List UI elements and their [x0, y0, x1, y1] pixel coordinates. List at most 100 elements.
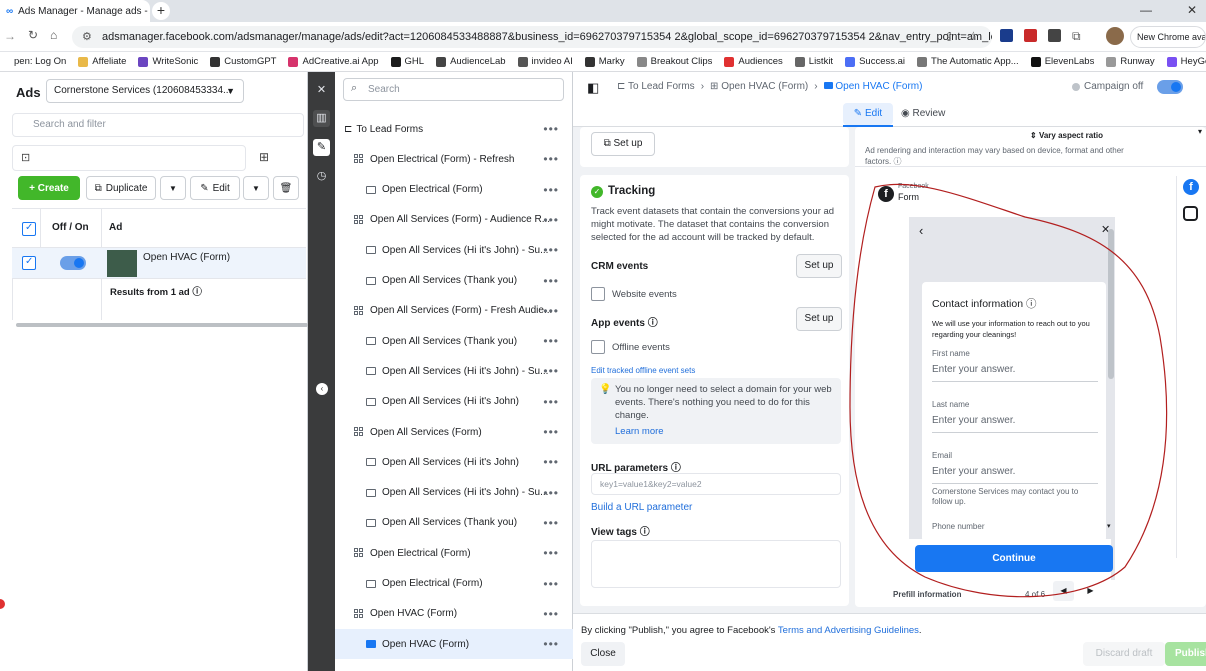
tree-item[interactable]: Open Electrical (Form) •••: [335, 538, 573, 568]
tree-item[interactable]: Open Electrical (Form) •••: [335, 569, 573, 599]
more-options-icon[interactable]: •••: [543, 486, 559, 500]
bookmark-item[interactable]: Audiences: [724, 56, 783, 67]
extensions-puzzle-icon[interactable]: ⧉: [1072, 29, 1081, 44]
duplicate-dropdown[interactable]: ▼: [160, 176, 186, 200]
folder-tab[interactable]: ⊡: [12, 145, 246, 171]
app-setup-button[interactable]: Set up: [796, 307, 842, 331]
browser-tab[interactable]: ∞ Ads Manager - Manage ads - A ✕: [0, 0, 150, 22]
bookmark-item[interactable]: WriteSonic: [138, 56, 198, 67]
tree-item[interactable]: Open All Services (Hi it's John) - Su...…: [335, 235, 573, 265]
tree-item[interactable]: Open Electrical (Form) - Refresh •••: [335, 144, 573, 174]
account-selector[interactable]: Cornerstone Services (120608453334... ▼: [46, 79, 244, 103]
more-options-icon[interactable]: •••: [543, 183, 559, 197]
campaign-toggle[interactable]: [1157, 80, 1183, 94]
bookmark-item[interactable]: Listkit: [794, 56, 833, 67]
bookmark-item[interactable]: invideo AI: [517, 56, 573, 67]
extension-icon-3[interactable]: [1048, 29, 1061, 42]
site-info-icon[interactable]: ⚙: [82, 26, 92, 48]
reload-icon[interactable]: ↻: [28, 28, 38, 42]
url-params-input[interactable]: key1=value1&key2=value2: [591, 473, 841, 495]
tree-item[interactable]: Open HVAC (Form) •••: [335, 599, 573, 629]
close-button[interactable]: Close: [581, 642, 625, 666]
more-options-icon[interactable]: •••: [543, 274, 559, 288]
terms-link[interactable]: Terms and Advertising Guidelines: [778, 625, 919, 636]
tree-item[interactable]: Open All Services (Hi it's John) •••: [335, 447, 573, 477]
grid-view-icon[interactable]: ⊞: [259, 150, 269, 164]
bookmark-item[interactable]: CustomGPT: [210, 56, 276, 67]
bookmark-item[interactable]: GHL: [390, 56, 424, 67]
profile-avatar[interactable]: [1106, 27, 1124, 45]
share-icon[interactable]: ⇪: [944, 30, 954, 44]
close-editor-icon[interactable]: ✕: [313, 82, 330, 99]
more-options-icon[interactable]: •••: [543, 364, 559, 378]
edit-button[interactable]: ✎ Edit: [190, 176, 240, 200]
setup-button-top[interactable]: ⧉ Set up: [591, 132, 655, 156]
chrome-update-button[interactable]: New Chrome availab: [1130, 26, 1206, 48]
info-icon[interactable]: ⓘ: [640, 527, 650, 538]
breadcrumb-adset[interactable]: ⊞ Open HVAC (Form): [710, 81, 808, 92]
tree-search-input[interactable]: Search: [343, 78, 564, 101]
tree-item[interactable]: Open All Services (Form) - Audience R...…: [335, 205, 573, 235]
caret-down-icon[interactable]: ▾: [1198, 127, 1202, 136]
tree-item[interactable]: ⊏ To Lead Forms •••: [335, 114, 573, 144]
bookmark-item[interactable]: Affeliate: [78, 56, 126, 67]
bookmark-item[interactable]: AdCreative.ai App: [288, 56, 379, 67]
vary-aspect-ratio[interactable]: ⇕ Vary aspect ratio: [1030, 131, 1103, 140]
horizontal-scrollbar[interactable]: [16, 323, 308, 327]
more-options-icon[interactable]: •••: [543, 152, 559, 166]
history-icon[interactable]: ◷: [313, 168, 330, 185]
more-options-icon[interactable]: •••: [543, 455, 559, 469]
bookmark-item[interactable]: Runway: [1106, 56, 1155, 67]
more-options-icon[interactable]: •••: [543, 425, 559, 439]
more-options-icon[interactable]: •••: [543, 607, 559, 621]
more-options-icon[interactable]: •••: [543, 577, 559, 591]
extension-icon[interactable]: [1000, 29, 1013, 42]
row-checkbox[interactable]: ✓: [22, 256, 36, 270]
publish-button[interactable]: Publish: [1165, 642, 1206, 666]
tree-item[interactable]: Open All Services (Form) - Fresh Audie..…: [335, 296, 573, 326]
forward-icon[interactable]: →: [4, 29, 16, 43]
chart-icon[interactable]: ▥: [313, 110, 330, 127]
bookmark-item[interactable]: Marky: [584, 56, 625, 67]
tab-review[interactable]: ◉ Review: [901, 103, 945, 125]
create-button[interactable]: + Create: [18, 176, 80, 200]
delete-button[interactable]: 🗑: [273, 176, 299, 200]
duplicate-button[interactable]: ⧉ Duplicate: [86, 176, 156, 200]
more-options-icon[interactable]: •••: [543, 516, 559, 530]
learn-more-link[interactable]: Learn more: [615, 426, 664, 437]
crm-setup-button[interactable]: Set up: [796, 254, 842, 278]
bookmark-item[interactable]: Success.ai: [845, 56, 905, 67]
breadcrumb-ad[interactable]: Open HVAC (Form): [823, 81, 922, 92]
info-icon[interactable]: ⓘ: [192, 287, 202, 298]
bookmark-item[interactable]: AudienceLab: [436, 56, 506, 67]
home-icon[interactable]: ⌂: [50, 28, 57, 42]
view-tags-input[interactable]: [591, 540, 841, 588]
tab-edit[interactable]: ✎ Edit: [843, 103, 893, 125]
search-filter-input[interactable]: Search and filter: [12, 113, 304, 137]
tree-item[interactable]: Open All Services (Thank you) •••: [335, 508, 573, 538]
edit-offline-link[interactable]: Edit tracked offline event sets: [591, 366, 695, 375]
more-options-icon[interactable]: •••: [543, 395, 559, 409]
address-bar[interactable]: ⚙ adsmanager.facebook.com/adsmanager/man…: [72, 26, 992, 48]
minimize-icon[interactable]: —: [1140, 3, 1152, 17]
sidebar-toggle-icon[interactable]: ◧: [587, 80, 599, 96]
extension-icon-2[interactable]: [1024, 29, 1037, 42]
edit-dropdown[interactable]: ▼: [243, 176, 269, 200]
tree-item[interactable]: Open All Services (Thank you) •••: [335, 266, 573, 296]
more-options-icon[interactable]: •••: [543, 213, 559, 227]
breadcrumb-campaign[interactable]: ⊏ To Lead Forms: [617, 81, 695, 92]
more-options-icon[interactable]: •••: [543, 122, 559, 136]
bookmark-item[interactable]: HeyGen: [1166, 56, 1206, 67]
collapse-left-icon[interactable]: ‹: [316, 383, 328, 395]
offline-events-checkbox[interactable]: [591, 340, 605, 354]
select-all-checkbox[interactable]: ✓: [22, 222, 36, 236]
tree-item[interactable]: Open Electrical (Form) •••: [335, 175, 573, 205]
ad-toggle[interactable]: [60, 256, 86, 270]
more-options-icon[interactable]: •••: [543, 304, 559, 318]
bookmark-item[interactable]: Breakout Clips: [636, 56, 712, 67]
website-events-checkbox[interactable]: [591, 287, 605, 301]
edit-pencil-icon[interactable]: ✎: [313, 139, 330, 156]
info-icon[interactable]: ⓘ: [893, 157, 901, 166]
tree-item[interactable]: Open All Services (Hi it's John) - Su...…: [335, 478, 573, 508]
info-icon[interactable]: ⓘ: [648, 318, 658, 329]
